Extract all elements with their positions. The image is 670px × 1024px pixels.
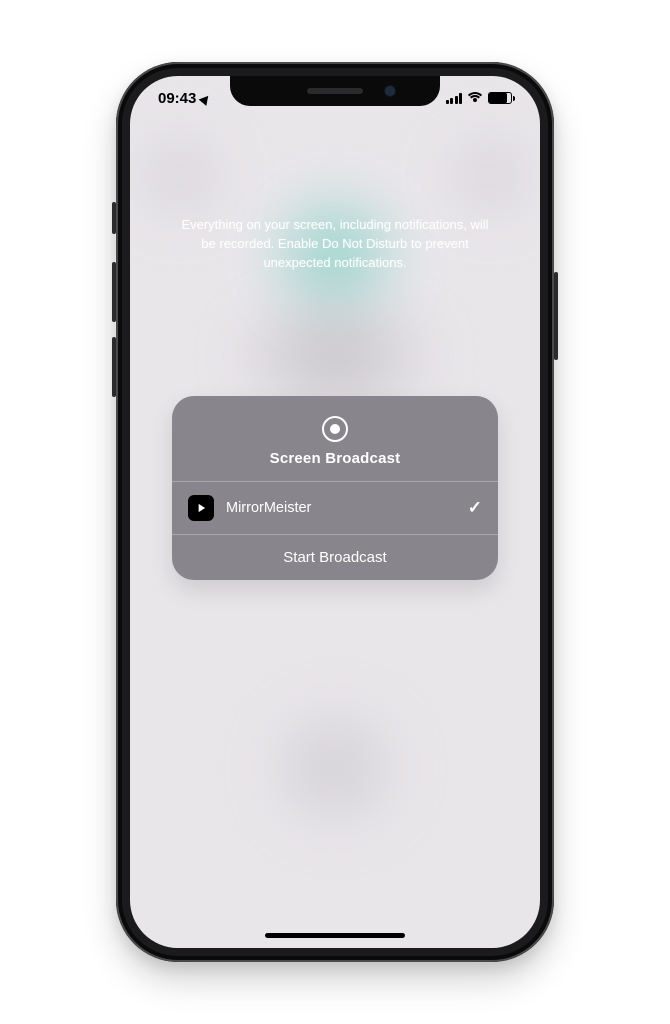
checkmark-icon: ✓: [468, 498, 482, 518]
power-button: [554, 272, 558, 360]
broadcast-header: Screen Broadcast: [172, 396, 498, 481]
wifi-icon: [467, 92, 483, 104]
battery-icon: [488, 92, 512, 104]
phone-frame: 09:43 Everything on your screen, includi…: [116, 62, 554, 962]
mute-switch: [112, 202, 116, 234]
mirrormeister-app-icon: [188, 495, 214, 521]
start-broadcast-button[interactable]: Start Broadcast: [172, 534, 498, 580]
broadcast-app-row[interactable]: MirrorMeister ✓: [172, 481, 498, 534]
broadcast-title: Screen Broadcast: [184, 450, 486, 467]
recording-disclaimer: Everything on your screen, including not…: [175, 216, 495, 273]
broadcast-card: Screen Broadcast MirrorMeister ✓ Start B…: [172, 396, 498, 580]
screen: 09:43 Everything on your screen, includi…: [130, 76, 540, 948]
status-bar: 09:43: [130, 84, 540, 112]
status-time: 09:43: [158, 90, 196, 107]
volume-down-button: [112, 337, 116, 397]
location-icon: [199, 92, 212, 105]
volume-up-button: [112, 262, 116, 322]
record-icon: [322, 416, 348, 442]
broadcast-app-name: MirrorMeister: [226, 500, 311, 516]
cell-signal-icon: [446, 93, 463, 104]
home-indicator[interactable]: [265, 933, 405, 938]
